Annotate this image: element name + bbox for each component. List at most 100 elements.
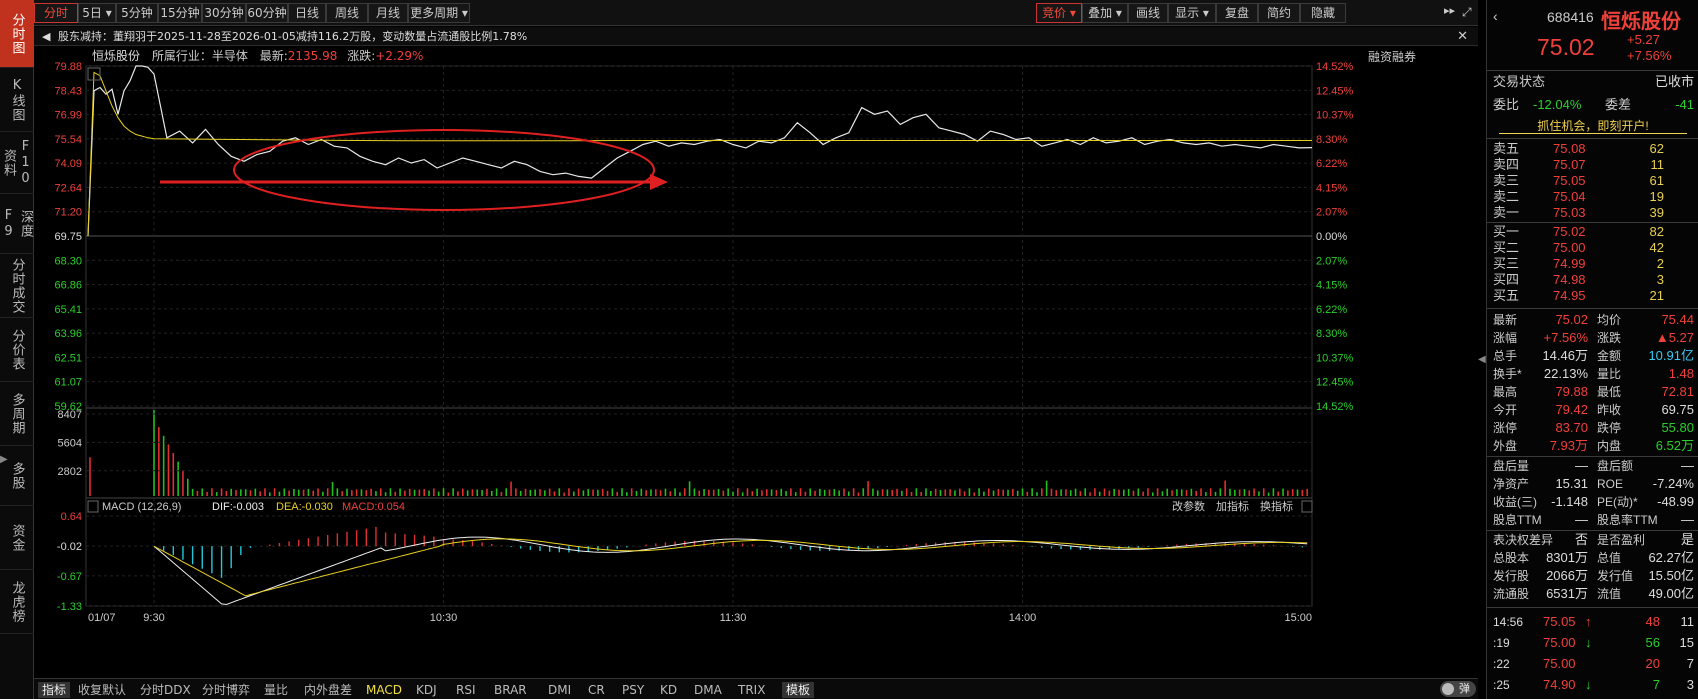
period-button-1[interactable]: 5日 ▾ [78, 3, 116, 23]
nav-item-1[interactable]: K线图 [0, 68, 34, 132]
macd-action-0[interactable]: 改参数 [1172, 499, 1205, 513]
nav-item-0[interactable]: 分时图 [0, 0, 34, 68]
indicator-tab-2[interactable]: 分时DDX [140, 682, 191, 698]
tool-button-0[interactable]: 竞价 ▾ [1036, 3, 1082, 23]
nav-item-6[interactable]: 多周期 [0, 382, 34, 446]
tool-button-4[interactable]: 复盘 [1216, 3, 1258, 23]
stat-label: 收益(三) [1493, 495, 1537, 509]
indicator-tab-8[interactable]: RSI [456, 682, 476, 698]
period-label: 30分钟 [204, 6, 244, 20]
more-icon[interactable]: ▸▸ [1444, 4, 1455, 17]
period-button-3[interactable]: 15分钟 [158, 3, 202, 23]
nav-item-2[interactable]: F10资料 [0, 132, 34, 194]
level-price: 74.98 [1553, 272, 1586, 287]
period-button-5[interactable]: 60分钟 [246, 3, 288, 23]
stat-label: 涨幅 [1493, 331, 1518, 345]
stat-label: 量比 [1597, 367, 1622, 381]
indicator-tab-12[interactable]: PSY [622, 682, 644, 698]
tool-button-6[interactable]: 隐藏 [1300, 3, 1346, 23]
stat-row: 外盘 7.93万 内盘 6.52万 [1493, 437, 1694, 455]
indicator-tab-4[interactable]: 量比 [264, 682, 288, 698]
indicator-tab-15[interactable]: TRIX [738, 682, 765, 698]
ask-level[interactable]: 卖一 75.03 39 [1493, 205, 1694, 221]
ask-level[interactable]: 卖二 75.04 19 [1493, 189, 1694, 205]
indicator-tab-1[interactable]: 收复默认 [78, 682, 126, 698]
indicator-tab-9[interactable]: BRAR [494, 682, 527, 698]
quote-change: +5.27 [1627, 32, 1660, 47]
nav-item-3[interactable]: 深度F9 [0, 194, 34, 254]
nav-item-9[interactable]: 龙虎榜 [0, 570, 34, 634]
indicator-tab-6[interactable]: MACD [366, 682, 402, 698]
price-tick: 63.96 [54, 328, 82, 340]
tool-button-5[interactable]: 简约 [1258, 3, 1300, 23]
level-label: 买五 [1493, 288, 1520, 303]
speaker-icon: ◀ [42, 30, 51, 43]
ask-level[interactable]: 卖五 75.08 62 [1493, 141, 1694, 157]
stat-label: 涨跌 [1597, 331, 1622, 345]
pct-tick: 2.07% [1316, 207, 1347, 219]
trade-row: 14:56 75.05 ↑ 48 11 [1493, 613, 1694, 631]
bid-level[interactable]: 买二 75.00 42 [1493, 240, 1694, 256]
price-tick: 71.20 [54, 207, 82, 219]
macd-title: MACD (12,26,9) [102, 501, 181, 513]
help-icon[interactable] [87, 500, 99, 513]
intraday-chart[interactable]: 79.88 14.52% 78.43 12.45% 76.99 10.37% 75.54 8.… [34, 46, 1478, 678]
bid-level[interactable]: 买三 74.99 2 [1493, 256, 1694, 272]
macd-action-1[interactable]: 加指标 [1216, 499, 1249, 513]
period-button-8[interactable]: 月线 [368, 3, 408, 23]
nav-item-8[interactable]: 资金 [0, 506, 34, 570]
nav-item-5[interactable]: 分价表 [0, 318, 34, 382]
stat-row: 表决权差异 否是否盈利 是 [1493, 531, 1694, 549]
time-tick: 10:30 [430, 612, 458, 624]
period-button-2[interactable]: 5分钟 [116, 3, 158, 23]
collapse-left-icon[interactable]: ▶ [0, 454, 8, 465]
indicator-tab-16[interactable]: 模板 [782, 682, 815, 698]
wb-label: 委比 [1493, 97, 1520, 112]
period-button-0[interactable]: 分时 [34, 3, 78, 23]
stat-value: 75.44 [1661, 312, 1694, 327]
period-button-4[interactable]: 30分钟 [202, 3, 246, 23]
collapse-right-icon[interactable]: ◀ [1478, 354, 1486, 365]
close-macd-icon[interactable] [1301, 500, 1313, 513]
period-button-9[interactable]: 更多周期 ▾ [408, 3, 470, 23]
trade-row: :25 74.90 ↓ 7 3 [1493, 676, 1694, 694]
bid-level[interactable]: 买五 74.95 21 [1493, 288, 1694, 304]
volume-tick: 8407 [58, 409, 82, 421]
indicator-tab-5[interactable]: 内外盘差 [304, 682, 352, 698]
stat-row: 换手* 22.13% 量比 1.48 [1493, 365, 1694, 383]
trade-direction-icon: ↓ [1585, 677, 1592, 692]
status-row: 交易状态 已收市 [1493, 73, 1694, 91]
bid-level[interactable]: 买一 75.02 82 [1493, 224, 1694, 240]
period-label: 更多周期 [410, 6, 459, 20]
level-price: 75.07 [1553, 157, 1586, 172]
tool-label: 隐藏 [1310, 6, 1335, 20]
indicator-tab-10[interactable]: DMI [548, 682, 571, 698]
period-button-6[interactable]: 日线 [288, 3, 326, 23]
bid-level[interactable]: 买四 74.98 3 [1493, 272, 1694, 288]
tool-button-1[interactable]: 叠加 ▾ [1082, 3, 1128, 23]
indicator-tab-13[interactable]: KD [660, 682, 677, 698]
period-button-7[interactable]: 周线 [326, 3, 368, 23]
nav-item-4[interactable]: 分时成交 [0, 254, 34, 318]
indicator-tab-7[interactable]: KDJ [416, 682, 437, 698]
stat-label: 净资产 [1493, 477, 1530, 491]
indicator-tab-3[interactable]: 分时博弈 [202, 682, 250, 698]
pct-tick: 0.00% [1316, 231, 1347, 243]
wc-value: -41 [1675, 97, 1694, 112]
time-tick: 14:00 [1009, 612, 1037, 624]
indicator-tab-14[interactable]: DMA [694, 682, 722, 698]
ask-level[interactable]: 卖三 75.05 61 [1493, 173, 1694, 189]
popup-toggle[interactable]: 弹 [1440, 681, 1476, 697]
indicator-tab-11[interactable]: CR [588, 682, 605, 698]
ask-level[interactable]: 卖四 75.07 11 [1493, 157, 1694, 173]
expand-icon[interactable]: ⤢ [1462, 5, 1472, 20]
stat-label: 股息率TTM [1597, 513, 1658, 527]
back-arrow-icon[interactable]: ‹ [1493, 8, 1498, 24]
macd-action-2[interactable]: 换指标 [1260, 499, 1293, 513]
tool-button-2[interactable]: 画线 [1128, 3, 1168, 23]
close-notice-icon[interactable]: ✕ [1457, 27, 1468, 46]
open-account-promo[interactable]: 抓住机会，即刻开户! [1499, 118, 1687, 134]
indicator-tab-0[interactable]: 指标 [38, 682, 71, 698]
tool-button-3[interactable]: 显示 ▾ [1168, 3, 1216, 23]
price-line [87, 65, 1313, 237]
